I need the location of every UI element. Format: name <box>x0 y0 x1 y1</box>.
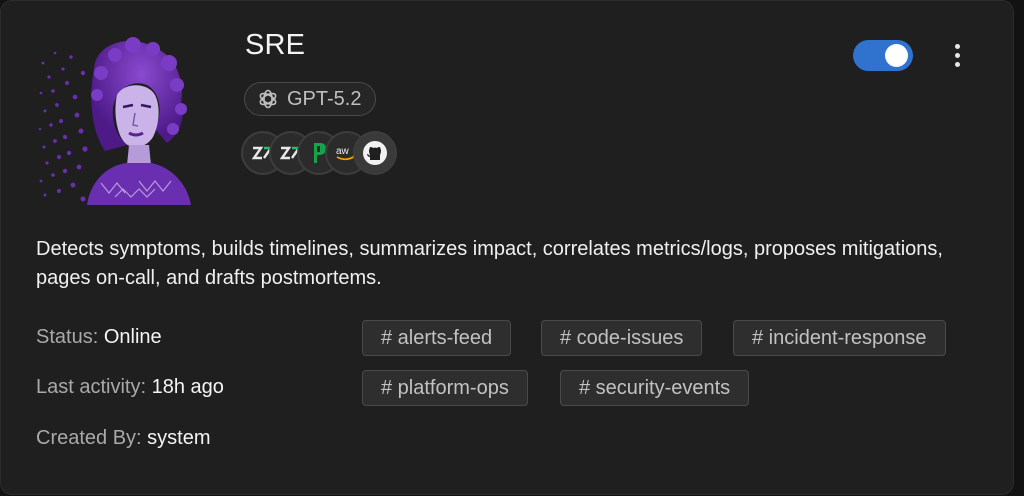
model-label: GPT-5.2 <box>287 87 362 110</box>
channel-tag[interactable]: # code-issues <box>541 320 703 356</box>
svg-text:aw: aw <box>336 146 350 157</box>
status-value: Online <box>103 326 162 348</box>
status-label: Status: <box>36 326 99 348</box>
last-activity-row: Last activity: 18h ago <box>36 376 224 399</box>
created-by-value: system <box>147 427 211 449</box>
agent-name: SRE <box>245 29 306 61</box>
integration-list: aw <box>241 131 397 179</box>
agent-enabled-toggle[interactable] <box>853 40 913 71</box>
channel-tag[interactable]: # alerts-feed <box>362 320 512 356</box>
channel-tag[interactable]: # incident-response <box>733 320 946 356</box>
agent-card: SRE GPT-5.2 aw Detects symptoms, builds … <box>0 0 1014 495</box>
agent-avatar <box>38 37 191 205</box>
channel-tag[interactable]: # security-events <box>560 370 750 406</box>
last-activity-label: Last activity: <box>36 376 147 398</box>
created-by-label: Created By: <box>36 427 142 449</box>
channel-tag[interactable]: # platform-ops <box>362 370 528 406</box>
github-icon[interactable] <box>353 131 397 175</box>
agent-description: Detects symptoms, builds timelines, summ… <box>36 238 943 289</box>
last-activity-value: 18h ago <box>151 376 224 398</box>
openai-icon <box>259 89 277 109</box>
status-row: Status: Online <box>36 326 162 349</box>
created-by-row: Created By: system <box>36 427 211 450</box>
model-badge: GPT-5.2 <box>244 82 377 116</box>
toggle-knob <box>885 44 908 67</box>
more-options-icon[interactable] <box>945 41 969 69</box>
